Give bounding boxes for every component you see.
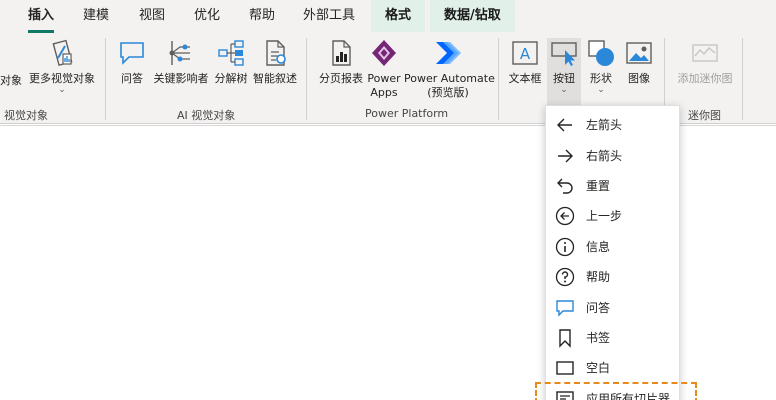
smart-narrative-button[interactable]: 智能叙述 xyxy=(250,38,300,86)
button-cursor-icon xyxy=(551,42,577,66)
tab-help[interactable]: 帮助 xyxy=(249,0,275,32)
chevron-down-icon: ⌄ xyxy=(58,85,66,95)
power-apps-icon xyxy=(372,40,396,66)
menu-item-label: 信息 xyxy=(586,240,611,254)
menu-item-help[interactable]: 帮助 xyxy=(546,262,681,292)
menu-item-back[interactable]: 上一步 xyxy=(546,201,681,231)
group-label-visuals: 视觉对象 xyxy=(4,109,48,122)
group-label-sparklines: 迷你图 xyxy=(688,109,721,122)
menu-item-label: 左箭头 xyxy=(586,118,623,132)
decomposition-tree-icon xyxy=(218,40,244,66)
tab-external-tools[interactable]: 外部工具 xyxy=(303,0,355,32)
paginated-report-icon xyxy=(332,40,351,66)
add-sparkline-label: 添加迷你图 xyxy=(677,72,733,85)
menu-item-label: 帮助 xyxy=(586,270,611,284)
text-box-label: 文本框 xyxy=(508,72,542,85)
arrow-left-icon xyxy=(557,118,572,132)
image-button[interactable]: 图像 xyxy=(622,38,656,86)
visual-object-button[interactable]: 对象 xyxy=(0,74,26,88)
menu-item-label: 上一步 xyxy=(586,209,623,223)
more-visuals-button[interactable]: 更多视觉对象 ⌄ xyxy=(26,38,98,95)
tab-optimize[interactable]: 优化 xyxy=(194,0,220,32)
ribbon-tab-bar: 插入 建模 视图 优化 帮助 外部工具 格式 数据/钻取 xyxy=(0,0,776,34)
tab-format[interactable]: 格式 xyxy=(371,0,426,32)
image-label: 图像 xyxy=(628,72,650,85)
menu-item-bookmark[interactable]: 书签 xyxy=(546,323,681,353)
group-label-ai-visuals: AI 视觉对象 xyxy=(177,109,236,122)
tab-modeling[interactable]: 建模 xyxy=(83,0,109,32)
power-automate-button[interactable]: Power Automate (预览版) xyxy=(404,38,495,100)
buttons-label: 按钮 xyxy=(553,72,575,85)
blank-icon xyxy=(556,361,574,375)
power-automate-label-line1: Power Automate xyxy=(404,72,495,85)
power-automate-icon xyxy=(436,42,461,64)
chevron-down-icon: ⌄ xyxy=(560,85,568,95)
sparkline-icon xyxy=(692,44,718,62)
menu-item-label: 重置 xyxy=(586,179,611,193)
help-icon xyxy=(555,267,575,287)
more-visuals-label: 更多视觉对象 xyxy=(29,72,95,85)
decomposition-tree-button[interactable]: 分解树 xyxy=(212,38,250,86)
text-box-button[interactable]: A 文本框 xyxy=(505,38,545,86)
menu-item-label: 空白 xyxy=(586,361,611,375)
key-influencers-icon xyxy=(169,41,190,65)
smart-narrative-icon xyxy=(266,40,286,66)
arrow-right-icon xyxy=(558,149,573,163)
smart-narrative-label: 智能叙述 xyxy=(253,72,297,85)
qa-label: 问答 xyxy=(121,72,143,85)
key-influencers-label: 关键影响者 xyxy=(153,72,209,85)
key-influencers-button[interactable]: 关键影响者 xyxy=(152,38,210,86)
menu-item-blank[interactable]: 空白 xyxy=(546,353,681,383)
group-label-power-platform: Power Platform xyxy=(365,107,449,120)
buttons-dropdown-menu: 左箭头 右箭头 重置 上一步 信息 帮助 问答 书签 空白 应用所有切片器 xyxy=(545,105,680,400)
buttons-button[interactable]: 按钮 ⌄ xyxy=(547,38,581,106)
svg-text:A: A xyxy=(520,45,531,63)
group-separator xyxy=(306,38,307,120)
paginated-report-label: 分页报表 xyxy=(319,72,363,85)
group-separator xyxy=(498,38,499,120)
menu-item-left-arrow[interactable]: 左箭头 xyxy=(546,110,681,140)
paginated-report-button[interactable]: 分页报表 xyxy=(315,38,367,86)
image-icon xyxy=(626,42,652,64)
qa-icon xyxy=(556,300,574,317)
back-circle-icon xyxy=(555,206,575,226)
tab-insert[interactable]: 插入 xyxy=(28,0,55,33)
menu-item-label: 问答 xyxy=(586,301,611,315)
info-icon xyxy=(555,237,575,257)
power-apps-label-line2: Apps xyxy=(370,86,398,99)
visual-object-label: 对象 xyxy=(0,74,22,87)
qa-icon xyxy=(120,42,144,65)
menu-item-reset[interactable]: 重置 xyxy=(546,171,681,201)
text-box-icon: A xyxy=(512,41,538,65)
reset-icon xyxy=(557,178,573,194)
menu-item-qa[interactable]: 问答 xyxy=(546,293,681,323)
menu-item-right-arrow[interactable]: 右箭头 xyxy=(546,141,681,171)
power-apps-button[interactable]: Power Apps xyxy=(367,38,401,100)
shapes-label: 形状 xyxy=(590,72,612,85)
bookmark-icon xyxy=(559,329,571,348)
tab-view[interactable]: 视图 xyxy=(139,0,165,32)
chevron-down-icon: ⌄ xyxy=(597,85,605,95)
qa-button[interactable]: 问答 xyxy=(112,38,152,86)
menu-item-info[interactable]: 信息 xyxy=(546,232,681,262)
decomposition-tree-label: 分解树 xyxy=(214,72,248,85)
highlight-box xyxy=(535,382,697,400)
shapes-icon xyxy=(588,40,614,66)
menu-item-label: 右箭头 xyxy=(586,149,623,163)
add-sparkline-button[interactable]: 添加迷你图 xyxy=(673,38,737,86)
group-separator xyxy=(105,38,106,120)
power-apps-label-line1: Power xyxy=(367,72,401,85)
power-automate-label-line2: (预览版) xyxy=(427,86,469,99)
group-separator xyxy=(742,38,743,120)
menu-item-label: 书签 xyxy=(586,331,611,345)
more-visuals-icon xyxy=(52,39,73,67)
tab-data-drill[interactable]: 数据/钻取 xyxy=(430,0,515,32)
shapes-button[interactable]: 形状 ⌄ xyxy=(584,38,618,95)
